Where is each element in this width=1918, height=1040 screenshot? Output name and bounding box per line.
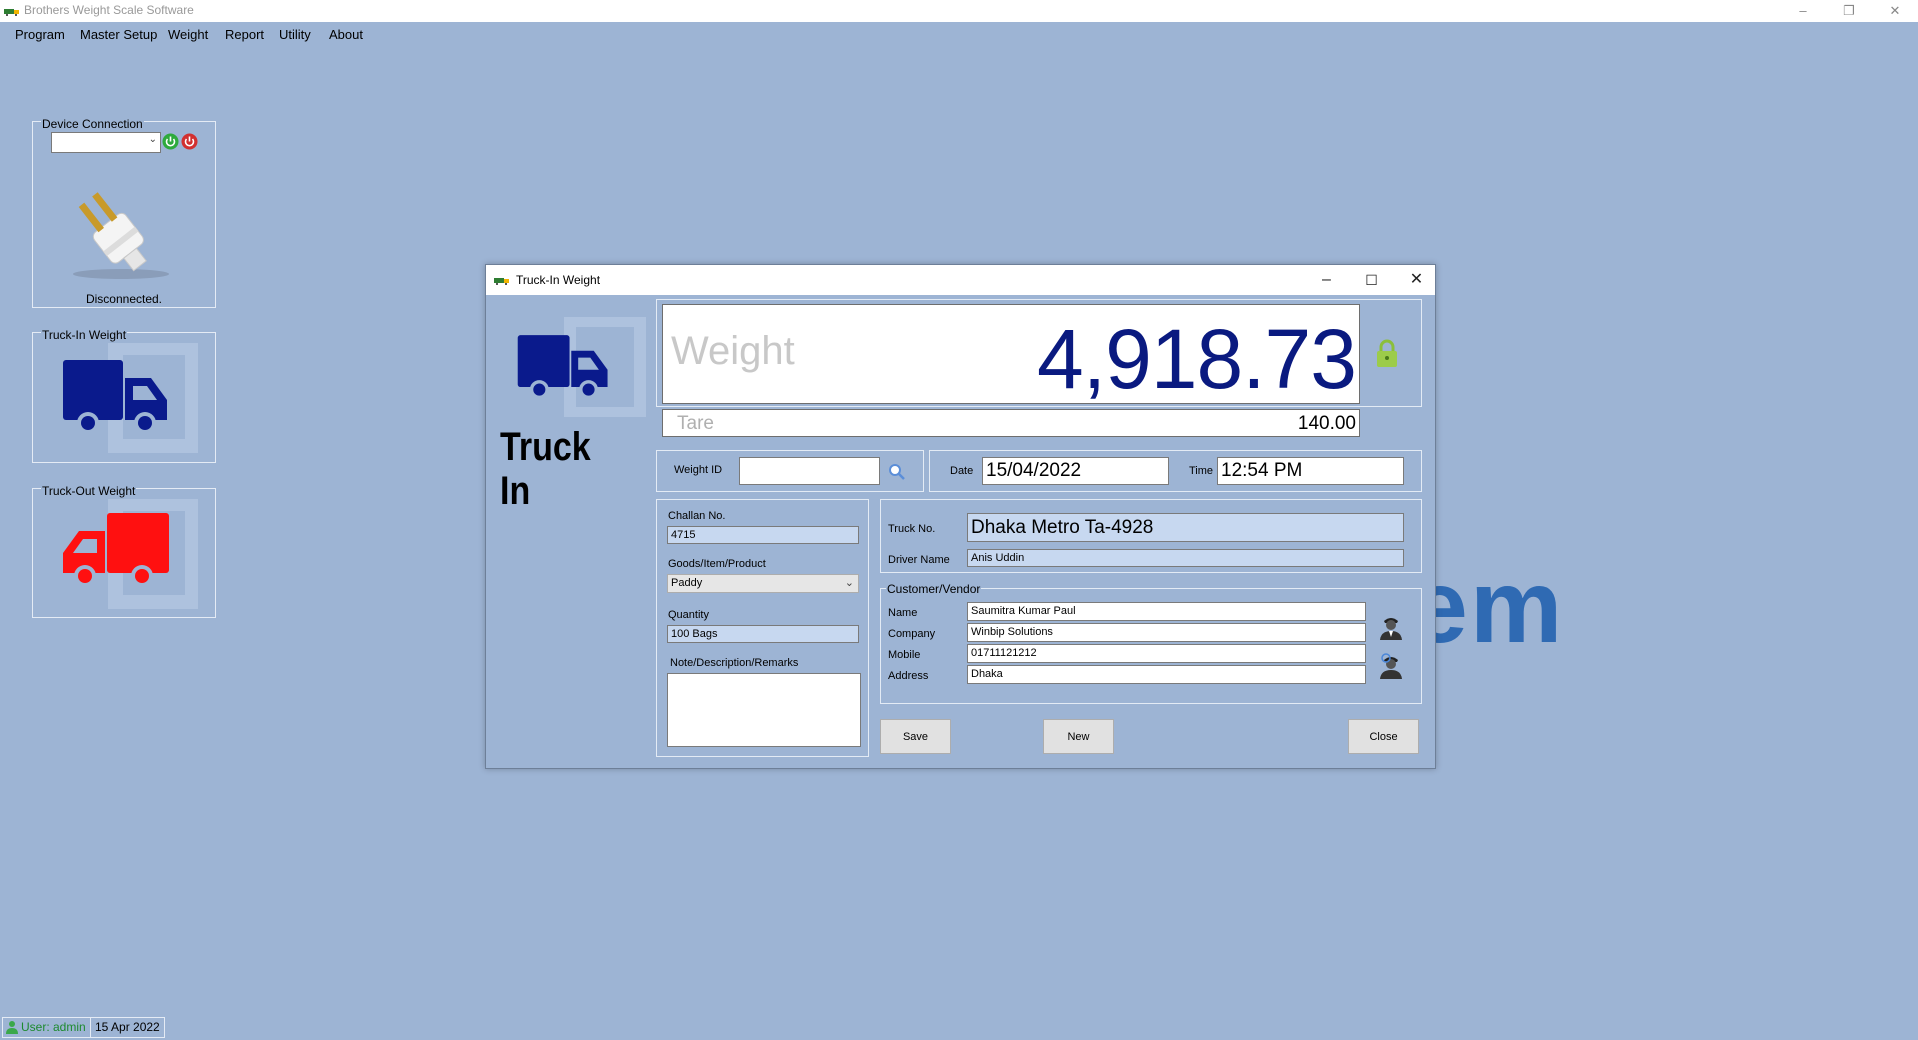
status-user: User: admin — [2, 1017, 91, 1038]
tare-value: 140.00 — [1297, 413, 1356, 434]
save-button[interactable]: Save — [880, 719, 951, 754]
date-label: Date — [950, 465, 974, 477]
connection-status: Disconnected. — [85, 292, 163, 306]
company-input[interactable]: Winbip Solutions — [967, 623, 1366, 642]
menu-program[interactable]: Program — [15, 27, 65, 42]
user-icon[interactable] — [1377, 613, 1405, 641]
time-label: Time — [1189, 465, 1214, 477]
truck-logo-icon — [4, 9, 19, 16]
truck-in-dialog: Truck-In Weight – ☐ ✕ Truck In Weight 4,… — [485, 264, 1436, 769]
menu-utility[interactable]: Utility — [279, 27, 311, 42]
truck-in-icon — [63, 360, 167, 434]
weight-id-label: Weight ID — [674, 464, 723, 476]
goods-select[interactable]: Paddy ⌄ — [667, 574, 859, 593]
quantity-input[interactable]: 100 Bags — [667, 625, 859, 643]
chevron-down-icon: ⌄ — [844, 577, 854, 589]
weight-display: Weight 4,918.73 — [662, 304, 1360, 406]
dialog-title: Truck-In Weight — [516, 273, 601, 287]
dialog-minimize-icon[interactable]: – — [1304, 265, 1349, 295]
app-title: Brothers Weight Scale Software — [24, 3, 194, 17]
menu-about[interactable]: About — [329, 27, 363, 42]
company-label: Company — [888, 628, 936, 640]
truck-logo-icon — [494, 278, 509, 285]
close-icon[interactable]: ✕ — [1872, 0, 1918, 22]
truck-out-panel[interactable]: Truck-Out Weight — [32, 484, 216, 618]
challan-input[interactable]: 4715 — [667, 526, 859, 544]
truck-out-label: Truck-Out Weight — [41, 484, 137, 498]
truck-out-icon — [63, 513, 169, 587]
mobile-input[interactable]: 01711121212 — [967, 644, 1366, 663]
restore-icon[interactable]: ❐ — [1826, 0, 1872, 22]
mobile-label: Mobile — [888, 649, 921, 661]
menu-bar: Program Master Setup Weight Report Utili… — [0, 22, 1918, 46]
tare-display: Tare 140.00 — [662, 409, 1360, 437]
truck-no-input[interactable]: Dhaka Metro Ta-4928 — [967, 513, 1404, 542]
port-select[interactable]: ⌄ — [51, 132, 161, 153]
truck-in-label: Truck-In Weight — [41, 328, 128, 342]
name-input[interactable]: Saumitra Kumar Paul — [967, 602, 1366, 621]
device-connection-panel: Device Connection ⌄ Disconnected. — [32, 117, 216, 308]
time-input[interactable]: 12:54 PM — [1217, 457, 1404, 485]
minimize-icon[interactable]: – — [1780, 0, 1826, 22]
quantity-label: Quantity — [668, 609, 709, 621]
app-title-bar: Brothers Weight Scale Software – ❐ ✕ — [0, 0, 1918, 22]
dialog-title-bar: Truck-In Weight – ☐ ✕ — [486, 265, 1435, 295]
dialog-heading: Truck In — [500, 425, 591, 513]
truck-in-large-icon — [517, 335, 608, 400]
weight-label: Weight — [671, 329, 795, 373]
lock-icon[interactable] — [1375, 339, 1399, 369]
close-button[interactable]: Close — [1348, 719, 1419, 754]
address-label: Address — [888, 670, 929, 682]
name-label: Name — [888, 607, 918, 619]
plug-icon — [73, 192, 169, 279]
truck-no-label: Truck No. — [888, 523, 936, 535]
weight-value: 4,918.73 — [1037, 312, 1357, 406]
weight-id-input[interactable] — [739, 457, 880, 485]
chevron-down-icon: ⌄ — [148, 134, 157, 145]
address-input[interactable]: Dhaka — [967, 665, 1366, 684]
power-off-icon[interactable] — [181, 133, 198, 150]
note-label: Note/Description/Remarks — [670, 657, 799, 669]
driver-label: Driver Name — [888, 554, 950, 566]
user-search-icon[interactable] — [1377, 652, 1405, 680]
status-date: 15 Apr 2022 — [90, 1017, 165, 1038]
customer-group-label: Customer/Vendor — [886, 582, 982, 596]
truck-in-panel[interactable]: Truck-In Weight — [32, 328, 216, 463]
search-icon[interactable] — [888, 463, 906, 481]
challan-label: Challan No. — [668, 510, 726, 522]
note-textarea[interactable] — [667, 673, 861, 747]
tare-label: Tare — [677, 413, 714, 434]
goods-label: Goods/Item/Product — [668, 558, 766, 570]
dialog-maximize-icon[interactable]: ☐ — [1349, 265, 1394, 295]
device-connection-label: Device Connection — [41, 117, 144, 131]
user-status-icon — [6, 1021, 18, 1034]
dialog-close-icon[interactable]: ✕ — [1394, 265, 1439, 295]
date-input[interactable]: 15/04/2022 — [982, 457, 1169, 485]
new-button[interactable]: New — [1043, 719, 1114, 754]
menu-weight[interactable]: Weight — [168, 27, 208, 42]
driver-input[interactable]: Anis Uddin — [967, 549, 1404, 567]
menu-master-setup[interactable]: Master Setup — [80, 27, 157, 42]
menu-report[interactable]: Report — [225, 27, 264, 42]
power-on-icon[interactable] — [162, 133, 179, 150]
